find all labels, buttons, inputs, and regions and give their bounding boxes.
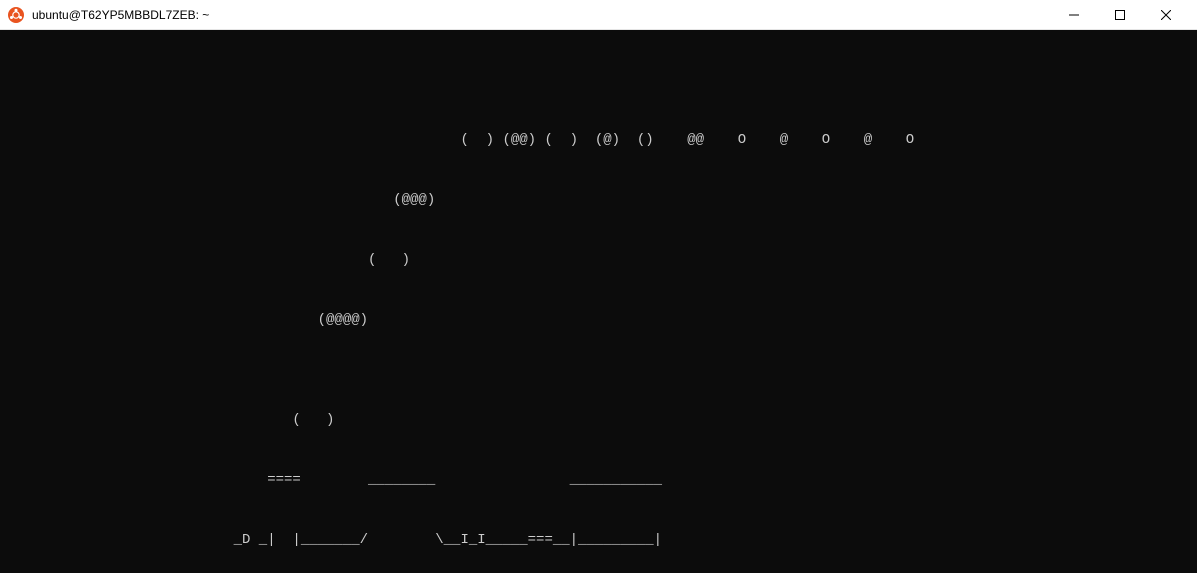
ascii-line: ( ) (@@) ( ) (@) () @@ O @ O @ O — [200, 130, 1197, 150]
ascii-line: ( ) — [200, 250, 1197, 270]
window-controls — [1051, 0, 1189, 30]
window-title: ubuntu@T62YP5MBBDL7ZEB: ~ — [32, 8, 1051, 22]
ascii-line: ==== ________ ___________ — [200, 470, 1197, 490]
window-titlebar: ubuntu@T62YP5MBBDL7ZEB: ~ — [0, 0, 1197, 30]
ascii-line: _D _| |_______/ \__I_I_____===__|_______… — [200, 530, 1197, 550]
minimize-button[interactable] — [1051, 0, 1097, 30]
sl-ascii-art: ( ) (@@) ( ) (@) () @@ O @ O @ O (@@@) (… — [200, 90, 1197, 573]
ascii-line: (@@@@) — [200, 310, 1197, 330]
close-button[interactable] — [1143, 0, 1189, 30]
terminal-viewport[interactable]: ( ) (@@) ( ) (@) () @@ O @ O @ O (@@@) (… — [0, 30, 1197, 573]
maximize-button[interactable] — [1097, 0, 1143, 30]
ubuntu-icon — [8, 7, 24, 23]
ascii-line: ( ) — [200, 410, 1197, 430]
ascii-line: (@@@) — [200, 190, 1197, 210]
